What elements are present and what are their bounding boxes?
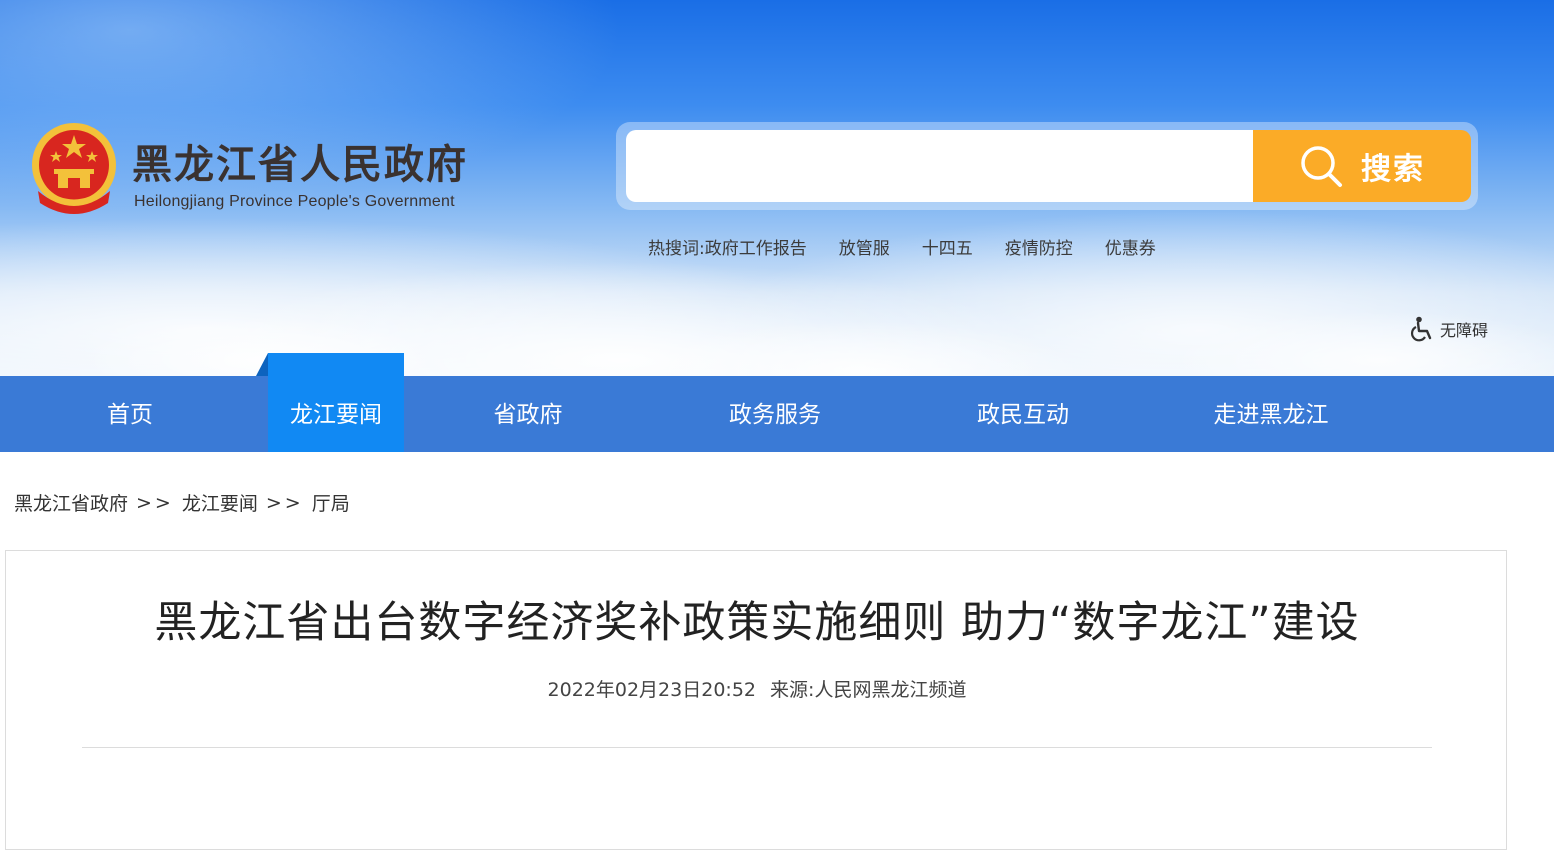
article-source-label: 来源: <box>770 679 815 701</box>
nav-item-longjiang-news[interactable]: 龙江要闻 <box>256 353 404 452</box>
article-meta: 2022年02月23日20:52 来源:人民网黑龙江频道 <box>0 675 1514 702</box>
hot-keyword[interactable]: 放管服 <box>839 234 890 259</box>
article-datetime: 2022年02月23日20:52 <box>547 679 756 701</box>
hot-keyword[interactable]: 政府工作报告 <box>705 234 807 259</box>
accessibility-link[interactable]: 无障碍 <box>1410 316 1488 342</box>
main-nav: 首页 龙江要闻 省政府 政务服务 政民互动 走进黑龙江 <box>0 353 1554 452</box>
search-input[interactable] <box>626 130 1256 202</box>
site-name-en[interactable]: Heilongjiang Province People's Governmen… <box>134 193 455 211</box>
search-button[interactable]: 搜索 <box>1253 130 1471 202</box>
hot-search-label: 热搜词: <box>648 239 705 259</box>
search-button-label: 搜索 <box>1361 152 1425 187</box>
accessibility-label: 无障碍 <box>1440 321 1489 340</box>
breadcrumb-separator: >> <box>136 491 174 514</box>
breadcrumb-link[interactable]: 龙江要闻 <box>182 489 258 516</box>
hot-keyword[interactable]: 优惠券 <box>1105 234 1156 259</box>
wheelchair-icon <box>1411 316 1432 342</box>
nav-item-provincial-gov[interactable]: 省政府 <box>468 376 588 452</box>
search-icon <box>1301 146 1342 187</box>
breadcrumb: 黑龙江省政府 >> 龙江要闻 >> 厅局 <box>14 489 350 516</box>
nav-item-home[interactable]: 首页 <box>70 376 190 452</box>
nav-item-gov-services[interactable]: 政务服务 <box>700 376 850 452</box>
site-name-cn[interactable]: 黑龙江省人民政府 <box>132 140 468 190</box>
hot-search-bar: 热搜词: 政府工作报告 放管服 十四五 疫情防控 优惠券 <box>648 234 1188 259</box>
national-emblem-icon <box>32 123 116 214</box>
nav-item-about-heilongjiang[interactable]: 走进黑龙江 <box>1192 376 1350 452</box>
article-divider <box>82 747 1432 748</box>
article-title: 黑龙江省出台数字经济奖补政策实施细则 助力“数字龙江”建设 <box>154 598 1360 648</box>
breadcrumb-link[interactable]: 黑龙江省政府 <box>14 489 128 516</box>
snow-landscape <box>0 250 1554 376</box>
nav-item-interaction[interactable]: 政民互动 <box>948 376 1098 452</box>
hot-keyword[interactable]: 疫情防控 <box>1005 234 1073 259</box>
breadcrumb-link[interactable]: 厅局 <box>312 489 350 516</box>
hot-keyword[interactable]: 十四五 <box>922 234 973 259</box>
breadcrumb-separator: >> <box>265 491 304 514</box>
article-source: 人民网黑龙江频道 <box>814 679 967 701</box>
